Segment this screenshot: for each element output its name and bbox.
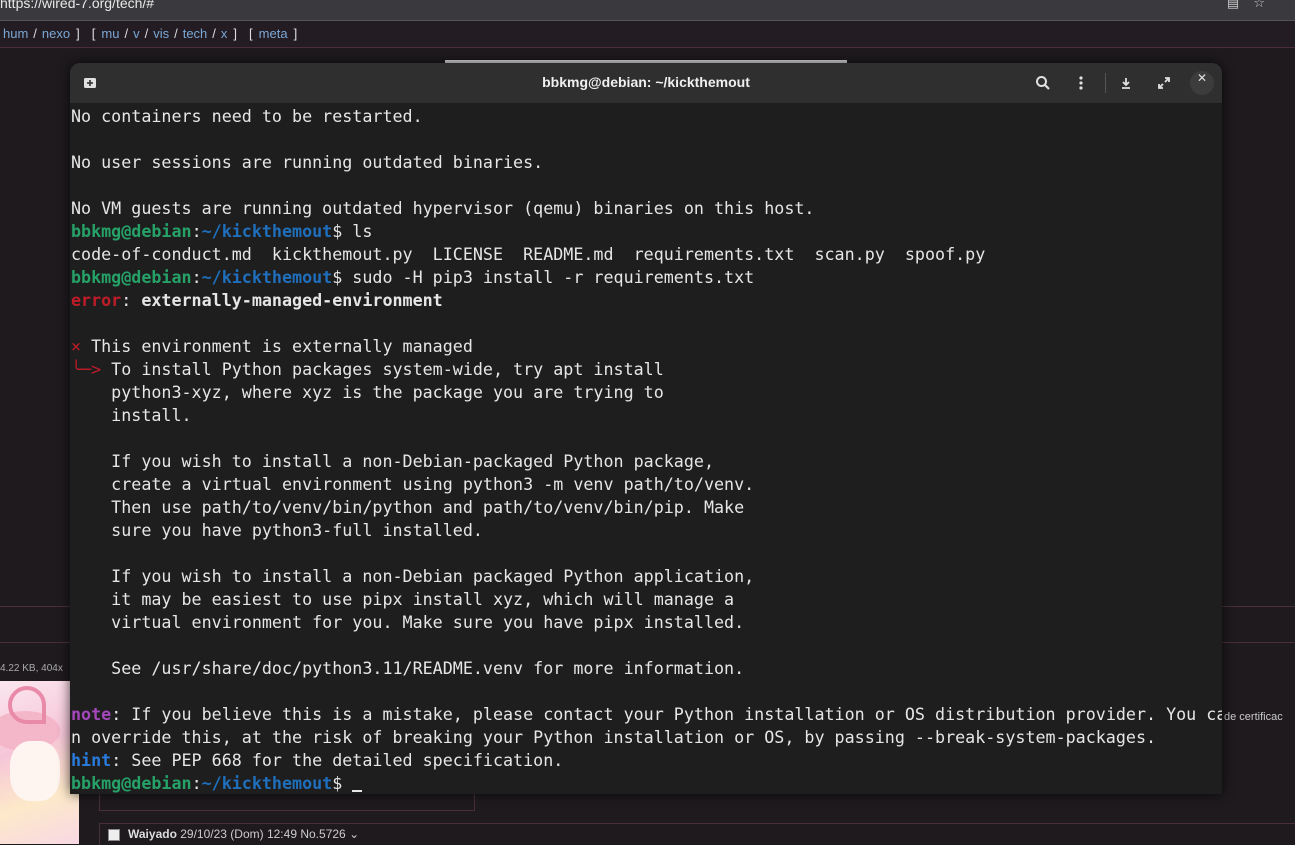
output-text: To install Python packages system-wide, … — [101, 359, 664, 379]
minimize-icon[interactable] — [1114, 71, 1138, 95]
output-line: No user sessions are running outdated bi… — [71, 152, 544, 172]
output-line: × This environment is externally managed — [71, 335, 473, 358]
hint-label: hint — [71, 750, 112, 770]
post-menu-icon[interactable]: ⌄ — [349, 827, 359, 841]
post-header: Waiyado 29/10/23 (Dom) 12:49 No.5726 ⌄ — [99, 823, 1295, 845]
command: $ sudo -H pip3 install -r requirements.t… — [332, 267, 755, 287]
output-line: create a virtual environment using pytho… — [71, 474, 755, 494]
output-line: If you wish to install a non-Debian-pack… — [71, 451, 714, 471]
file-info: 4.22 KB, 404x — [0, 663, 63, 674]
note-label: note — [71, 704, 112, 724]
nav-link-hum[interactable]: hum — [3, 26, 28, 41]
note-message: : If you believe this is a mistake, plea… — [111, 704, 1222, 724]
prompt-symbol: $ — [332, 773, 353, 793]
terminal-output[interactable]: No containers need to be restarted. No u… — [71, 103, 1222, 794]
prompt-path: ~/kickthemout — [201, 267, 333, 287]
output-line: If you wish to install a non-Debian pack… — [71, 566, 755, 586]
post-checkbox[interactable] — [108, 829, 120, 841]
prompt-user: bbkmg@debian — [71, 773, 192, 793]
text-cursor — [352, 790, 363, 792]
url-text[interactable]: https://wired-7.org/tech/# — [0, 0, 154, 11]
nav-link-v[interactable]: v — [133, 26, 140, 41]
prompt-line: bbkmg@debian:~/kickthemout$ sudo -H pip3… — [71, 267, 755, 287]
output-line: virtual environment for you. Make sure y… — [71, 612, 745, 632]
terminal-titlebar[interactable]: bbkmg@debian: ~/kickthemout ✕ — [70, 63, 1222, 103]
nav-link-x[interactable]: x — [221, 26, 228, 41]
nav-link-mu[interactable]: mu — [101, 26, 119, 41]
prompt-line: bbkmg@debian:~/kickthemout$ ls — [71, 221, 373, 241]
nav-link-tech[interactable]: tech — [183, 26, 208, 41]
output-line: it may be easiest to use pipx install xy… — [71, 589, 735, 609]
hint-message: : See PEP 668 for the detailed specifica… — [111, 750, 564, 770]
post-text-fragment: de certificac — [1224, 711, 1283, 723]
prompt-line[interactable]: bbkmg@debian:~/kickthemout$ — [71, 772, 363, 794]
output-line: sure you have python3-full installed. — [71, 520, 483, 540]
terminal-window[interactable]: bbkmg@debian: ~/kickthemout ✕ No contain… — [70, 63, 1222, 794]
post-number[interactable]: No.5726 — [300, 827, 345, 841]
output-text: This environment is externally managed — [81, 336, 473, 356]
menu-icon[interactable] — [1069, 71, 1093, 95]
output-line: ╰─> To install Python packages system-wi… — [71, 358, 664, 381]
output-line: No containers need to be restarted. — [71, 106, 423, 126]
search-icon[interactable] — [1031, 71, 1055, 95]
output-line: See /usr/share/doc/python3.11/README.ven… — [71, 658, 745, 678]
hint-line: hint: See PEP 668 for the detailed speci… — [71, 749, 563, 772]
output-line: code-of-conduct.md kickthemout.py LICENS… — [71, 244, 986, 264]
maximize-icon[interactable] — [1152, 71, 1176, 95]
output-line: install. — [71, 405, 192, 425]
prompt-path: ~/kickthemout — [201, 221, 333, 241]
post-thumbnail-image[interactable] — [0, 681, 79, 844]
divider — [1105, 73, 1106, 93]
command: $ ls — [332, 221, 373, 241]
output-line: n override this, at the risk of breaking… — [71, 727, 1157, 747]
nav-link-vis[interactable]: vis — [153, 26, 169, 41]
prompt-user: bbkmg@debian — [71, 221, 192, 241]
output-line: python3-xyz, where xyz is the package yo… — [71, 382, 664, 402]
nav-link-meta[interactable]: meta — [259, 26, 288, 41]
url-bar[interactable]: https://wired-7.org/tech/# ▤ ☆ — [0, 0, 1295, 21]
error-line: error: externally-managed-environment — [71, 290, 443, 310]
x-mark-icon: × — [71, 336, 82, 356]
prompt-path: ~/kickthemout — [201, 773, 333, 793]
note-line: note: If you believe this is a mistake, … — [71, 703, 1222, 726]
reply-box — [99, 792, 475, 811]
poster-name: Waiyado — [128, 827, 177, 841]
board-nav: hum / nexo][mu / v / vis / tech / x][meta] — [0, 21, 1295, 48]
star-icon[interactable]: ☆ — [1253, 0, 1265, 11]
prompt-user: bbkmg@debian — [71, 267, 192, 287]
reader-icon[interactable]: ▤ — [1227, 0, 1239, 11]
error-message: externally-managed-environment — [141, 290, 443, 310]
post-date: 29/10/23 (Dom) 12:49 — [180, 827, 297, 841]
error-label: error — [71, 290, 122, 310]
output-line: No VM guests are running outdated hyperv… — [71, 198, 815, 218]
arrow-icon: ╰─> — [71, 359, 102, 379]
close-icon[interactable]: ✕ — [1190, 71, 1214, 95]
output-line: Then use path/to/venv/bin/python and pat… — [71, 497, 745, 517]
nav-link-nexo[interactable]: nexo — [42, 26, 70, 41]
